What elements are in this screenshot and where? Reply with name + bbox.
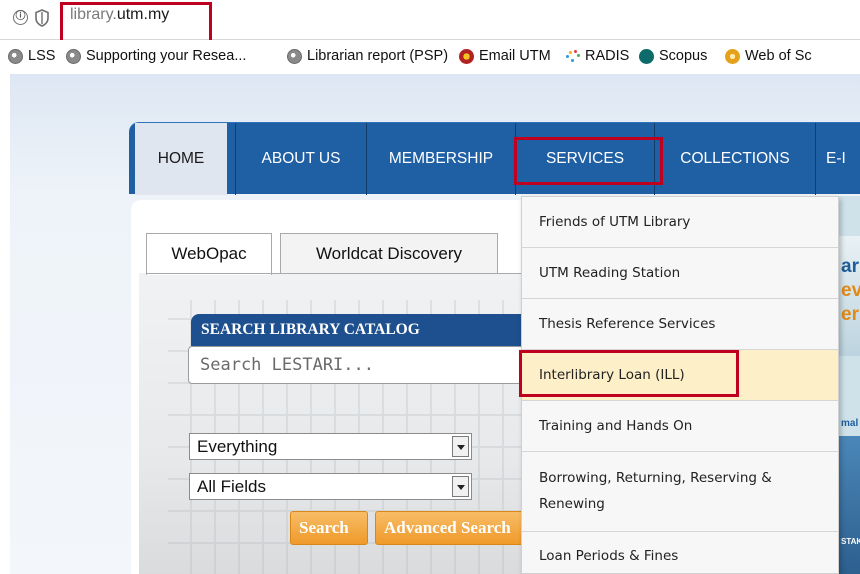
utm-logo-icon <box>459 48 474 64</box>
banner-text: STAK <box>841 537 860 546</box>
bookmark-label: Web of Sc <box>745 48 812 64</box>
banner-image <box>839 436 860 574</box>
banner-text: er <box>841 304 859 325</box>
search-catalog-title: SEARCH LIBRARY CATALOG <box>191 314 546 346</box>
scope-select-value: Everything <box>197 437 278 456</box>
bookmark-supporting-research[interactable]: Supporting your Resea... <box>66 48 246 64</box>
menu-item-borrowing-returning[interactable]: Borrowing, Returning, Reserving & Renewi… <box>522 452 838 532</box>
search-button[interactable]: Search <box>290 511 368 545</box>
promo-banner[interactable]: ar ev er mal STAK <box>839 196 860 574</box>
nav-collections[interactable]: COLLECTIONS <box>655 123 815 195</box>
main-nav: HOME ABOUT US MEMBERSHIP SERVICES COLLEC… <box>129 122 860 195</box>
banner-text: ar <box>841 256 859 277</box>
bookmark-label: Librarian report (PSP) <box>307 48 449 64</box>
field-select-value: All Fields <box>197 477 266 496</box>
banner-text: mal <box>841 418 859 429</box>
nav-about-us[interactable]: ABOUT US <box>236 123 366 195</box>
interlibrary-loan-highlight-box <box>519 350 739 397</box>
field-select[interactable]: All Fields <box>189 473 472 500</box>
wos-icon <box>725 48 740 64</box>
url-highlight-box <box>60 2 212 44</box>
nav-home[interactable]: HOME <box>135 123 227 195</box>
nav-e-resources[interactable]: E-I <box>816 123 860 195</box>
advanced-search-button[interactable]: Advanced Search <box>375 511 530 545</box>
bookmark-radis[interactable]: RADIS <box>565 48 629 64</box>
bookmark-web-of-science[interactable]: Web of Sc <box>725 48 812 64</box>
info-icon[interactable]: ⓘ <box>13 10 28 25</box>
menu-item-utm-reading-station[interactable]: UTM Reading Station <box>522 248 838 299</box>
tab-webopac[interactable]: WebOpac <box>146 233 272 275</box>
bookmarks-bar: LSS Supporting your Resea... Librarian r… <box>0 40 860 74</box>
bookmark-label: Supporting your Resea... <box>86 48 247 64</box>
menu-item-friends-of-utm-library[interactable]: Friends of UTM Library <box>522 197 838 248</box>
bookmark-label: Scopus <box>659 48 708 64</box>
menu-item-thesis-reference-services[interactable]: Thesis Reference Services <box>522 299 838 350</box>
tab-worldcat-discovery[interactable]: Worldcat Discovery <box>280 233 498 274</box>
nav-membership[interactable]: MEMBERSHIP <box>367 123 515 195</box>
radis-icon <box>565 49 580 64</box>
globe-icon <box>66 48 81 64</box>
menu-item-loan-periods-fines[interactable]: Loan Periods & Fines <box>522 532 838 574</box>
bookmark-lss[interactable]: LSS <box>8 48 55 64</box>
bookmark-email-utm[interactable]: Email UTM <box>459 48 551 64</box>
scope-select[interactable]: Everything <box>189 433 472 460</box>
chevron-down-icon[interactable] <box>452 476 469 497</box>
banner-text: ev <box>841 280 860 301</box>
menu-item-training-and-hands-on[interactable]: Training and Hands On <box>522 401 838 452</box>
bookmark-librarian-report[interactable]: Librarian report (PSP) <box>287 48 448 64</box>
bookmark-scopus[interactable]: Scopus <box>639 48 707 64</box>
bookmark-label: Email UTM <box>479 48 551 64</box>
bookmark-label: LSS <box>28 48 56 64</box>
search-input[interactable] <box>188 346 548 384</box>
chevron-down-icon[interactable] <box>452 436 469 457</box>
bookmark-label: RADIS <box>585 48 630 64</box>
page-frame-left <box>0 74 10 574</box>
shield-icon[interactable] <box>35 9 49 27</box>
scopus-icon <box>639 48 654 64</box>
globe-icon <box>287 48 302 64</box>
services-highlight-box <box>514 137 663 185</box>
globe-icon <box>8 48 23 64</box>
tab-underline <box>146 273 544 274</box>
